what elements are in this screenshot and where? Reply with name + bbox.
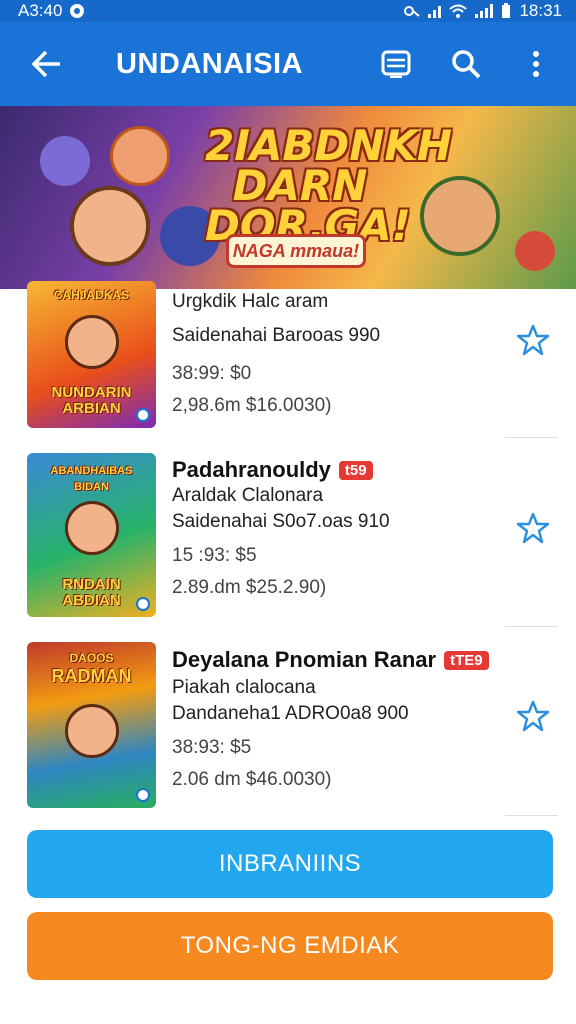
status-time: A3:40 <box>18 1 63 20</box>
status-clock: 18:31 <box>519 1 562 20</box>
list-item[interactable]: CAHJADKAS NUNDARIN ARBIAN Urgkdik Halc a… <box>0 281 576 439</box>
back-arrow-icon <box>31 50 60 78</box>
thumbnail-character <box>65 501 119 555</box>
secondary-action-button[interactable]: TONG-NG EMDIAK <box>27 912 553 980</box>
item-line-1: Piakah clalocana <box>172 677 316 698</box>
item-thumbnail: CAHJADKAS NUNDARIN ARBIAN <box>27 281 156 428</box>
item-line-1: Urgkdik Halc aram <box>172 291 329 312</box>
item-badge: t59 <box>338 460 373 480</box>
app-title: UNDANAISIA <box>116 47 304 80</box>
status-right: 18:31 <box>404 1 562 21</box>
verified-icon <box>136 788 150 802</box>
item-line-2: Saidenahai S0o7.oas 910 <box>172 511 390 532</box>
banner-subtitle: NAGA mmaua! <box>226 234 366 268</box>
item-line-3: 15 :93: $5 <box>172 545 257 566</box>
signal-icon <box>428 4 442 18</box>
item-line-4: 2.89.dm $25.2.90) <box>172 577 327 598</box>
item-name: Padahranouldy <box>172 457 331 482</box>
item-line-4: 2.06 dm $46.0030) <box>172 769 332 790</box>
item-line-1: Araldak Clalonara <box>172 485 324 506</box>
thumbnail-title: NUNDARIN ARBIAN <box>51 384 132 417</box>
app-bar: UNDANAISIA <box>0 22 576 106</box>
wifi-icon <box>449 4 468 18</box>
thumbnail-character <box>65 315 119 369</box>
hero-right-art <box>420 176 500 256</box>
item-line-2: Saidenahai Barooas 990 <box>172 325 381 346</box>
list-item[interactable]: DAOOS RADMAN Deyalana Pnomian Ranar tTE9… <box>0 629 576 819</box>
item-text: Padahranouldy t59 Araldak Clalonara Said… <box>172 457 502 599</box>
hero-boy-art <box>70 186 150 266</box>
item-line-3: 38:93: $5 <box>172 737 252 758</box>
search-icon <box>452 50 481 79</box>
item-divider <box>505 437 558 438</box>
favorite-star-icon[interactable] <box>516 699 550 733</box>
thumbnail-title: RADMAN <box>51 666 132 686</box>
thumbnail-title: RNDAIN ABDIAN <box>62 576 121 609</box>
banner-title: 2IABDNKH DARN DOR.GA! <box>205 121 453 250</box>
verified-icon <box>136 597 150 611</box>
hero-girl-art <box>110 126 170 186</box>
item-line-2: Dandaneha1 ADRO0a8 900 <box>172 703 409 724</box>
favorite-star-icon[interactable] <box>516 323 550 357</box>
link-icon <box>404 6 421 17</box>
notification-icon <box>70 4 85 18</box>
thumbnail-top-label: ABANDHAIBAS BIDAN <box>50 465 133 493</box>
thumbnail-top-label: CAHJADKAS <box>53 288 130 302</box>
item-badge: tTE9 <box>444 650 489 670</box>
status-bar: A3:40 18:31 <box>0 0 576 22</box>
promo-banner[interactable]: 2IABDNKH DARN DOR.GA! NAGA mmaua! <box>0 106 576 289</box>
list-item[interactable]: ABANDHAIBAS BIDAN RNDAIN ABDIAN Padahran… <box>0 439 576 629</box>
back-button[interactable] <box>26 44 66 84</box>
creature-right-art <box>515 231 555 271</box>
cell-signal-icon <box>475 4 494 18</box>
creature-left-art <box>40 136 90 186</box>
more-vert-icon <box>533 51 539 77</box>
item-thumbnail: ABANDHAIBAS BIDAN RNDAIN ABDIAN <box>27 453 156 617</box>
favorite-star-icon[interactable] <box>516 511 550 545</box>
item-divider <box>505 626 558 627</box>
more-button[interactable] <box>516 44 556 84</box>
item-line-3: 38:99: $0 <box>172 363 252 384</box>
search-button[interactable] <box>446 44 486 84</box>
list-icon <box>381 50 411 78</box>
item-divider <box>505 815 558 816</box>
item-text: Urgkdik Halc aram Saidenahai Barooas 990… <box>172 289 502 421</box>
item-name: Deyalana Pnomian Ranar <box>172 647 437 672</box>
battery-icon <box>502 3 511 18</box>
list-button[interactable] <box>376 44 416 84</box>
item-line-4: 2,98.6m $16.0030) <box>172 395 332 416</box>
item-text: Deyalana Pnomian Ranar tTE9 Piakah clalo… <box>172 647 502 791</box>
thumbnail-character <box>65 704 119 758</box>
verified-icon <box>136 408 150 422</box>
app-actions <box>376 44 556 84</box>
primary-action-button[interactable]: INBRANIINS <box>27 830 553 898</box>
status-left: A3:40 <box>18 1 85 21</box>
thumbnail-top-label: DAOOS <box>69 651 114 665</box>
item-title: Deyalana Pnomian Ranar tTE9 <box>172 647 502 673</box>
item-title: Padahranouldy t59 <box>172 457 502 483</box>
item-thumbnail: DAOOS RADMAN <box>27 642 156 808</box>
